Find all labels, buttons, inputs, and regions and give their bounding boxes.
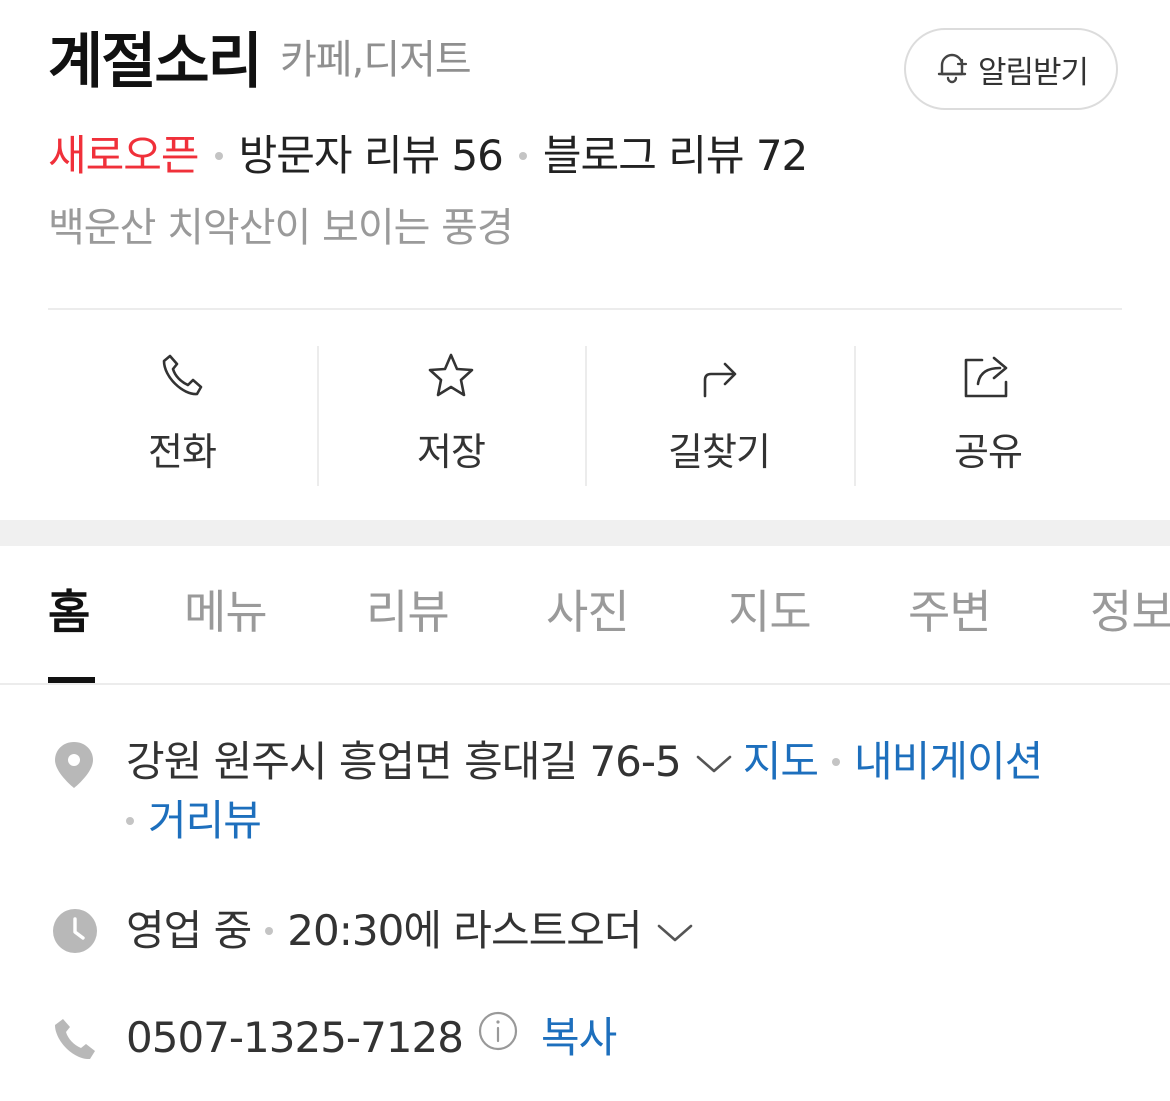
directions-button[interactable]: 길찾기 <box>585 346 853 486</box>
navigation-link[interactable]: 내비게이션 <box>854 734 1043 790</box>
last-order-text: 20:30에 라스트오더 <box>287 906 642 955</box>
share-button[interactable]: 공유 <box>854 346 1122 486</box>
copy-phone-button[interactable]: 복사 <box>541 1010 617 1066</box>
separator-dot <box>126 817 134 825</box>
tab-nearby[interactable]: 주변 <box>908 582 992 642</box>
address-text: 강원 원주시 흥업면 흥대길 76-5 <box>126 737 682 786</box>
chevron-down-icon[interactable] <box>656 903 694 959</box>
blog-reviews-link[interactable]: 블로그 리뷰 72 <box>543 130 808 182</box>
share-button-label: 공유 <box>954 430 1023 474</box>
separator-dot <box>265 927 274 935</box>
visitor-reviews-link[interactable]: 방문자 리뷰 56 <box>239 130 504 182</box>
call-button-label: 전화 <box>148 430 217 474</box>
tabs-divider <box>0 683 1170 685</box>
tab-home[interactable]: 홈 <box>48 582 90 642</box>
info-circle-icon[interactable] <box>477 1010 519 1066</box>
chevron-down-icon[interactable] <box>695 734 733 790</box>
star-icon <box>425 346 477 406</box>
alarm-button[interactable]: 알림받기 <box>904 28 1118 110</box>
phone-number: 0507-1325-7128 <box>126 1013 464 1062</box>
place-stats: 새로오픈 방문자 리뷰 56 블로그 리뷰 72 <box>48 130 808 182</box>
phone-row: 0507-1325-7128 복사 <box>126 1010 617 1066</box>
alarm-button-label: 알림받기 <box>977 54 1089 91</box>
section-separator <box>0 520 1170 546</box>
divider <box>48 308 1122 310</box>
tab-info[interactable]: 정보 <box>1090 582 1170 642</box>
place-description: 백운산 치악산이 보이는 풍경 <box>48 205 514 251</box>
address-row-continued: 거리뷰 <box>126 793 262 849</box>
street-view-link[interactable]: 거리뷰 <box>148 793 262 849</box>
tab-reviews[interactable]: 리뷰 <box>366 582 450 642</box>
directions-button-label: 길찾기 <box>668 430 771 474</box>
phone-icon <box>52 1016 98 1066</box>
hours-row: 영업 중 20:30에 라스트오더 <box>126 903 704 959</box>
directions-icon <box>693 346 745 406</box>
call-button[interactable]: 전화 <box>48 346 316 486</box>
business-status: 영업 중 <box>126 906 252 955</box>
new-open-badge: 새로오픈 <box>48 131 200 180</box>
save-button-label: 저장 <box>417 430 486 474</box>
separator-dot <box>518 152 527 160</box>
save-button[interactable]: 저장 <box>317 346 585 486</box>
address-row: 강원 원주시 흥업면 흥대길 76-5 지도 내비게이션 <box>126 734 1043 790</box>
tab-map[interactable]: 지도 <box>728 582 812 642</box>
separator-dot <box>832 758 841 766</box>
clock-icon <box>52 908 98 958</box>
location-pin-icon <box>52 740 96 794</box>
share-icon <box>960 346 1016 406</box>
bell-plus-icon <box>934 49 970 89</box>
separator-dot <box>214 152 223 160</box>
tab-menu[interactable]: 메뉴 <box>184 582 268 642</box>
place-title: 계절소리 <box>48 27 263 97</box>
tab-photos[interactable]: 사진 <box>546 582 630 642</box>
phone-icon <box>156 346 208 406</box>
place-category: 카페,디저트 <box>280 37 472 83</box>
map-link[interactable]: 지도 <box>743 734 819 790</box>
